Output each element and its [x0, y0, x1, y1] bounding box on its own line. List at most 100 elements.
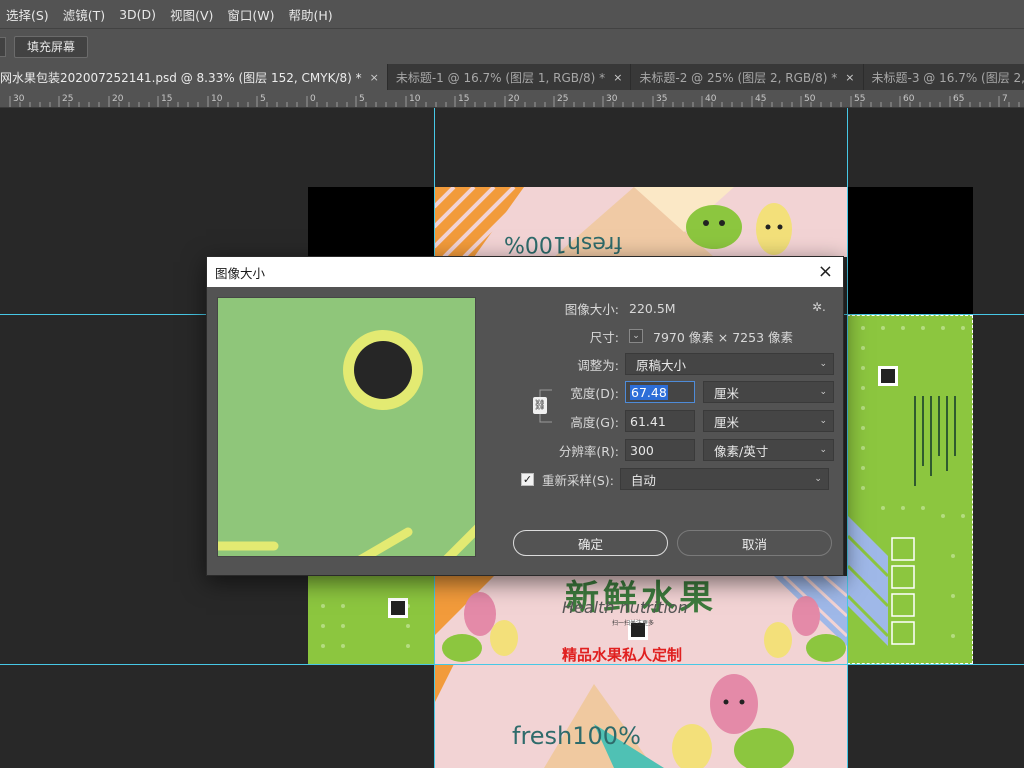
resample-row: ✓ 重新采样(S): 自动 ⌄: [521, 468, 829, 490]
left-panel-dots: [321, 598, 410, 648]
menu-3d[interactable]: 3D(D): [113, 7, 164, 22]
ok-button[interactable]: 确定: [513, 530, 668, 556]
tab-close-icon[interactable]: ×: [845, 71, 854, 84]
options-stub-button[interactable]: [0, 36, 6, 57]
top-fresh-text: fresh100%: [504, 231, 623, 256]
preview-graphic: [218, 330, 475, 556]
dimensions-value: 7970 像素 × 7253 像素: [653, 329, 793, 345]
fit-to-label: 调整为:: [577, 357, 619, 373]
ruler-label: 0: [310, 94, 316, 104]
custom-text: 精品水果私人定制: [562, 646, 683, 664]
tab-close-icon[interactable]: ×: [370, 71, 379, 84]
fill-screen-button[interactable]: 填充屏幕: [14, 35, 89, 58]
resample-select[interactable]: 自动 ⌄: [619, 468, 829, 490]
cancel-button[interactable]: 取消: [677, 530, 832, 556]
packaging-right-panel: [847, 315, 973, 664]
horizontal-ruler[interactable]: 30 25 20 15 10 5 0 5 10 15 20 25 30 35 4…: [0, 90, 1024, 108]
ruler-label: 35: [656, 94, 667, 104]
ruler-label: 10: [409, 94, 421, 104]
close-icon[interactable]: ×: [818, 263, 833, 281]
ruler-label: 20: [508, 94, 520, 104]
ruler-label: 5: [260, 94, 266, 104]
gear-icon[interactable]: ✲.: [812, 300, 826, 314]
width-unit-value: 厘米: [714, 385, 740, 401]
menu-view[interactable]: 视图(V): [164, 5, 221, 24]
guide-horizontal[interactable]: [0, 664, 1024, 665]
packaging-front-panel: 新鲜水果 Health nutrition 扫一扫关注更多 精品水果私人定制: [434, 576, 847, 664]
ruler-label: 15: [161, 94, 172, 104]
ruler-ticks: 30 25 20 15 10 5 0 5 10 15 20 25 30 35 4…: [9, 94, 1020, 107]
tab-label: 未标题-2 @ 25% (图层 2, RGB/8) *: [639, 70, 838, 85]
ruler-label: 25: [62, 94, 73, 104]
tab-label: 网水果包装202007252141.psd @ 8.33% (图层 152, C…: [0, 70, 362, 85]
menu-filter[interactable]: 滤镜(T): [57, 5, 113, 24]
ruler-label: 20: [112, 94, 124, 104]
ruler-label: 40: [705, 94, 717, 104]
height-row: 高度(G): 61.41 厘米 ⌄: [507, 410, 834, 432]
ruler-label: 45: [755, 94, 766, 104]
resolution-row: 分辨率(R): 300 像素/英寸 ⌄: [507, 439, 834, 461]
chevron-down-icon: ⌄: [819, 416, 827, 426]
dialog-title: 图像大小: [215, 265, 266, 281]
ruler-label: 65: [953, 94, 964, 104]
tab-untitled-1[interactable]: 未标题-1 @ 16.7% (图层 1, RGB/8) * ×: [387, 64, 632, 90]
fit-to-value: 原稿大小: [636, 357, 687, 373]
options-bar: 填充屏幕: [0, 28, 1024, 64]
chevron-down-icon: ⌄: [819, 359, 827, 369]
height-input[interactable]: 61.41: [625, 410, 695, 432]
resample-checkbox[interactable]: ✓: [521, 472, 534, 486]
tab-label: 未标题-1 @ 16.7% (图层 1, RGB/8) *: [395, 70, 606, 85]
image-size-value: 220.5M: [629, 300, 676, 316]
dimensions-toggle[interactable]: ⌄: [629, 329, 643, 343]
scan-text: 扫一扫关注更多: [612, 620, 655, 627]
image-preview[interactable]: [217, 297, 476, 557]
width-value: 67.48: [630, 384, 668, 400]
chevron-down-icon: ⌄: [819, 445, 827, 455]
menu-bar: 选择(S) 滤镜(T) 3D(D) 视图(V) 窗口(W) 帮助(H): [0, 0, 1024, 28]
bottom-panel-decor: [434, 664, 794, 768]
ruler-label: 30: [13, 94, 25, 104]
height-value: 61.41: [630, 413, 666, 429]
menu-help[interactable]: 帮助(H): [283, 5, 341, 24]
width-row: 宽度(D): 67.48 厘米 ⌄: [507, 381, 834, 403]
guide-vertical[interactable]: [847, 108, 848, 768]
ruler-label: 30: [606, 94, 618, 104]
width-label: 宽度(D):: [570, 385, 619, 401]
resample-label: 重新采样(S):: [542, 472, 614, 488]
width-unit-select[interactable]: 厘米 ⌄: [703, 381, 834, 403]
image-size-row: 图像大小: 220.5M: [507, 297, 676, 319]
image-size-label: 图像大小:: [564, 301, 619, 317]
document-tabs: 网水果包装202007252141.psd @ 8.33% (图层 152, C…: [0, 64, 1024, 90]
ruler-label: 10: [211, 94, 223, 104]
width-input[interactable]: 67.48: [625, 381, 695, 403]
resolution-unit-value: 像素/英寸: [714, 443, 769, 459]
ruler-label: 7: [1002, 94, 1008, 104]
resolution-label: 分辨率(R):: [558, 443, 619, 459]
ruler-label: 5: [359, 94, 365, 104]
menu-window[interactable]: 窗口(W): [221, 5, 282, 24]
height-unit-select[interactable]: 厘米 ⌄: [703, 410, 834, 432]
tab-document-main[interactable]: 网水果包装202007252141.psd @ 8.33% (图层 152, C…: [0, 64, 388, 90]
tab-untitled-2[interactable]: 未标题-2 @ 25% (图层 2, RGB/8) * ×: [631, 64, 864, 90]
ruler-label: 25: [557, 94, 568, 104]
resolution-unit-select[interactable]: 像素/英寸 ⌄: [703, 439, 834, 461]
ruler-label: 15: [458, 94, 469, 104]
resolution-input[interactable]: 300: [625, 439, 695, 461]
fit-to-select[interactable]: 原稿大小 ⌄: [625, 353, 834, 375]
height-unit-value: 厘米: [714, 414, 740, 430]
tab-untitled-3[interactable]: 未标题-3 @ 16.7% (图层 2, RGB/8): [863, 64, 1024, 90]
menu-select[interactable]: 选择(S): [0, 5, 57, 24]
packaging-bottom-panel: fresh100%: [434, 664, 847, 768]
fit-to-row: 调整为: 原稿大小 ⌄: [507, 353, 834, 375]
bottom-fresh-text: fresh100%: [512, 722, 641, 750]
resample-value: 自动: [630, 472, 656, 488]
right-panel-decor: [848, 326, 965, 646]
image-size-dialog: 图像大小 × 图像大小: 220.5M ✲. 尺寸: ⌄ 7970 像素 × 7…: [206, 256, 844, 576]
resolution-value: 300: [630, 442, 654, 458]
health-nutrition-text: Health nutrition: [562, 598, 688, 617]
tab-close-icon[interactable]: ×: [613, 71, 622, 84]
ruler-label: 50: [804, 94, 816, 104]
dimensions-label: 尺寸:: [589, 329, 619, 345]
ruler-label: 55: [854, 94, 865, 104]
dialog-titlebar[interactable]: 图像大小 ×: [207, 257, 843, 287]
